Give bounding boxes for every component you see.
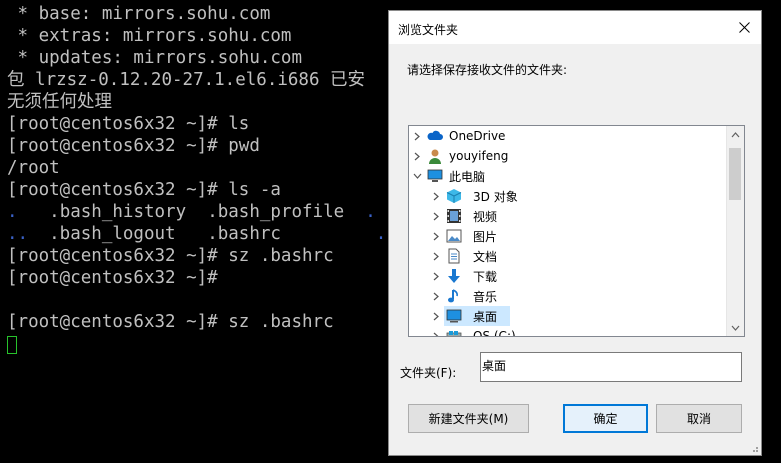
- drive-icon: [446, 328, 462, 336]
- terminal-line: 包 lrzsz-0.12.20-27.1.el6.i686 已安: [7, 70, 366, 90]
- tree-item-label: 文档: [473, 249, 498, 264]
- chevron-right-icon[interactable]: [431, 211, 441, 221]
- terminal-ls-output-row: . .bash_history .bash_profile .: [7, 201, 376, 223]
- download-icon: [446, 268, 462, 284]
- chevron-right-icon[interactable]: [431, 251, 441, 261]
- terminal-line: * updates: mirrors.sohu.com: [7, 48, 303, 68]
- tree-item-label: youyifeng: [449, 149, 509, 163]
- cancel-button[interactable]: 取消: [656, 404, 742, 433]
- scroll-up-button[interactable]: [727, 126, 744, 143]
- folder-tree[interactable]: OneDrive youyifeng 此电脑 3D 对象 视频 图片 文档 下载…: [408, 125, 745, 337]
- ls-dir-entry: .: [7, 202, 18, 222]
- tree-item-os-drive[interactable]: OS (C:): [409, 326, 726, 337]
- chevron-right-icon[interactable]: [431, 231, 441, 241]
- tree-item-label: 3D 对象: [473, 189, 518, 204]
- scroll-down-button[interactable]: [727, 319, 744, 336]
- tree-item-music[interactable]: 音乐: [409, 286, 726, 306]
- chevron-right-icon[interactable]: [412, 151, 422, 161]
- tree-item-label: 图片: [473, 229, 498, 244]
- terminal-line: 无须任何处理: [7, 92, 112, 112]
- tree-item-label: 音乐: [473, 289, 498, 304]
- tree-item-pictures[interactable]: 图片: [409, 226, 726, 246]
- chevron-right-icon[interactable]: [431, 291, 441, 301]
- folder-field-label: 文件夹(F):: [400, 366, 457, 380]
- ls-file-entries: .bash_logout .bashrc: [28, 224, 376, 244]
- tree-item-downloads[interactable]: 下载: [409, 266, 726, 286]
- terminal-line: [root@centos6x32 ~]# ls -a: [7, 180, 281, 200]
- chevron-right-icon[interactable]: [431, 311, 441, 321]
- chevron-right-icon[interactable]: [431, 191, 441, 201]
- computer-icon: [427, 168, 443, 184]
- ls-dir-entry: .: [375, 224, 387, 244]
- dialog-prompt: 请选择保存接收文件的文件夹:: [407, 63, 568, 77]
- user-icon: [427, 148, 443, 164]
- terminal-ls-output-row: .. .bash_logout .bashrc .: [7, 223, 386, 245]
- chevron-up-icon: [731, 131, 740, 137]
- tree-item-this-pc[interactable]: 此电脑: [409, 166, 726, 186]
- tree-item-documents[interactable]: 文档: [409, 246, 726, 266]
- terminal-line: * base: mirrors.sohu.com: [7, 4, 271, 24]
- terminal-line: [root@centos6x32 ~]# sz .bashrc: [7, 246, 334, 266]
- 3d-objects-icon: [446, 188, 462, 204]
- terminal-line: [root@centos6x32 ~]# ls: [7, 114, 250, 134]
- cloud-icon: [427, 128, 443, 144]
- close-button[interactable]: [727, 11, 761, 44]
- tree-item-user[interactable]: youyifeng: [409, 146, 726, 166]
- dialog-title: 浏览文件夹: [398, 23, 459, 37]
- tree-item-desktop[interactable]: 桌面: [409, 306, 726, 326]
- music-icon: [446, 288, 462, 304]
- terminal-line: [root@centos6x32 ~]# sz .bashrc: [7, 312, 334, 332]
- terminal-line: [root@centos6x32 ~]# pwd: [7, 136, 260, 156]
- chevron-right-icon[interactable]: [431, 331, 441, 336]
- tree-item-label: OS (C:): [473, 329, 516, 337]
- chevron-right-icon[interactable]: [412, 131, 422, 141]
- tree-item-label: 此电脑: [449, 169, 486, 184]
- browse-folder-dialog: 浏览文件夹 请选择保存接收文件的文件夹: OneDrive youyifeng …: [388, 10, 762, 456]
- dialog-titlebar[interactable]: 浏览文件夹: [389, 11, 761, 44]
- tree-scrollbar[interactable]: [726, 126, 744, 336]
- video-icon: [446, 208, 462, 224]
- chevron-down-icon[interactable]: [412, 171, 422, 181]
- pictures-icon: [446, 228, 462, 244]
- tree-item-onedrive[interactable]: OneDrive: [409, 126, 726, 146]
- tree-item-label: 桌面: [473, 309, 498, 324]
- folder-input[interactable]: 桌面: [480, 352, 742, 382]
- terminal-cursor: [7, 336, 17, 354]
- ls-dir-entry: ..: [7, 224, 29, 244]
- terminal-line: /root: [7, 158, 60, 178]
- chevron-right-icon[interactable]: [431, 271, 441, 281]
- documents-icon: [446, 248, 462, 264]
- tree-item-label: 视频: [473, 209, 498, 224]
- tree-item-3d-objects[interactable]: 3D 对象: [409, 186, 726, 206]
- close-icon: [738, 22, 750, 33]
- tree-item-label: 下载: [473, 269, 498, 284]
- resize-grip-icon[interactable]: [749, 443, 759, 453]
- desktop-icon: [446, 308, 462, 324]
- scrollbar-thumb[interactable]: [729, 148, 741, 200]
- tree-item-videos[interactable]: 视频: [409, 206, 726, 226]
- new-folder-button[interactable]: 新建文件夹(M): [408, 404, 529, 433]
- ls-file-entries: .bash_history .bash_profile: [17, 202, 366, 222]
- ok-button[interactable]: 确定: [563, 404, 648, 433]
- terminal-line: [root@centos6x32 ~]#: [7, 268, 218, 288]
- ls-dir-entry: .: [365, 202, 376, 222]
- tree-item-label: OneDrive: [449, 129, 506, 143]
- terminal-line: * extras: mirrors.sohu.com: [7, 26, 292, 46]
- chevron-down-icon: [731, 325, 740, 331]
